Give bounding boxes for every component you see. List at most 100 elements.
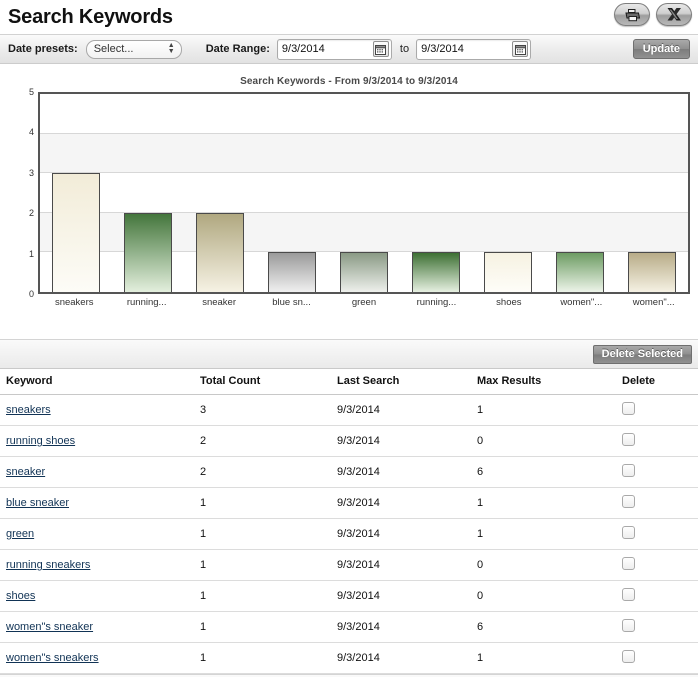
table-row: sneakers 3 9/3/2014 1 [0, 394, 698, 426]
keyword-link[interactable]: sneakers [6, 404, 51, 416]
cell-delete [622, 487, 698, 519]
column-header-delete: Delete [622, 369, 698, 395]
cell-total-count: 1 [200, 487, 337, 519]
row-delete-checkbox[interactable] [622, 495, 635, 508]
cell-delete [622, 456, 698, 488]
y-axis-tick: 1 [28, 248, 34, 259]
row-delete-checkbox[interactable] [622, 433, 635, 446]
bar[interactable] [628, 252, 676, 292]
table-row: sneaker 2 9/3/2014 6 [0, 456, 698, 488]
x-axis-label: shoes [496, 297, 522, 308]
cell-keyword: women"s sneakers [0, 642, 200, 674]
cell-last-search: 9/3/2014 [337, 580, 477, 612]
bar[interactable] [124, 212, 172, 292]
excel-export-icon [666, 7, 683, 22]
cell-keyword: sneaker [0, 456, 200, 488]
cell-keyword: running sneakers [0, 549, 200, 581]
row-delete-checkbox[interactable] [622, 402, 635, 415]
chart-panel: Search Keywords - From 9/3/2014 to 9/3/2… [0, 64, 698, 339]
column-header-keyword[interactable]: Keyword [0, 369, 200, 395]
cell-last-search: 9/3/2014 [337, 642, 477, 674]
y-axis-tick: 2 [28, 208, 34, 219]
date-to-value: 9/3/2014 [421, 43, 464, 55]
cell-total-count: 1 [200, 580, 337, 612]
table-row: women"s sneaker 1 9/3/2014 6 [0, 611, 698, 643]
date-presets-select[interactable]: Select... ▲ ▼ [85, 39, 182, 59]
table-actions-top: Delete Selected [0, 339, 698, 369]
print-button[interactable] [614, 3, 650, 26]
cell-keyword: shoes [0, 580, 200, 612]
cell-max-results: 1 [477, 642, 622, 674]
cell-max-results: 0 [477, 549, 622, 581]
x-axis-label: women"... [560, 297, 603, 308]
column-header-total-count[interactable]: Total Count [200, 369, 337, 395]
table-row: blue sneaker 1 9/3/2014 1 [0, 487, 698, 519]
cell-total-count: 1 [200, 549, 337, 581]
cell-max-results: 6 [477, 611, 622, 643]
table-row: shoes 1 9/3/2014 0 [0, 580, 698, 612]
bar[interactable] [412, 252, 460, 292]
update-button[interactable]: Update [632, 39, 690, 59]
keyword-link[interactable]: sneaker [6, 466, 45, 478]
bar-series [40, 94, 688, 292]
filter-toolbar: Date presets: Select... ▲ ▼ Date Range: 9… [0, 34, 698, 64]
header-actions [614, 3, 692, 26]
row-delete-checkbox[interactable] [622, 464, 635, 477]
x-axis-label: women"... [632, 297, 675, 308]
keyword-link[interactable]: blue sneaker [6, 497, 69, 509]
y-axis-tick: 3 [28, 167, 34, 178]
row-delete-checkbox[interactable] [622, 619, 635, 632]
x-axis-label: blue sn... [272, 297, 311, 308]
cell-total-count: 2 [200, 425, 337, 457]
row-delete-checkbox[interactable] [622, 526, 635, 539]
keyword-link[interactable]: running sneakers [6, 559, 90, 571]
printer-icon [624, 8, 641, 22]
cell-keyword: running shoes [0, 425, 200, 457]
cell-total-count: 1 [200, 642, 337, 674]
bar[interactable] [196, 212, 244, 292]
keyword-link[interactable]: women"s sneaker [6, 621, 93, 633]
plot-wrapper: Searches 012345 [29, 87, 690, 299]
x-axis-label: sneaker [202, 297, 236, 308]
table-row: green 1 9/3/2014 1 [0, 518, 698, 550]
y-axis-tick: 5 [28, 87, 34, 97]
row-delete-checkbox[interactable] [622, 650, 635, 663]
table-body: sneakers 3 9/3/2014 1 running shoes 2 9/3/2014… [0, 394, 698, 674]
y-axis-tick: 0 [28, 289, 34, 299]
cell-last-search: 9/3/2014 [337, 549, 477, 581]
bar-slot [616, 94, 688, 292]
column-header-last-search[interactable]: Last Search [337, 369, 477, 395]
date-to-field[interactable]: 9/3/2014 [416, 38, 532, 60]
calendar-icon-to[interactable] [512, 41, 529, 57]
bar[interactable] [52, 173, 100, 292]
keyword-link[interactable]: shoes [6, 590, 35, 602]
calendar-icon-from[interactable] [372, 41, 389, 57]
date-from-field[interactable]: 9/3/2014 [276, 38, 392, 60]
row-delete-checkbox[interactable] [622, 557, 635, 570]
bar-slot [40, 94, 112, 292]
cell-max-results: 0 [477, 580, 622, 612]
cell-keyword: green [0, 518, 200, 550]
bar-slot [184, 94, 256, 292]
cell-max-results: 0 [477, 425, 622, 457]
keyword-link[interactable]: women"s sneakers [6, 652, 99, 664]
cell-keyword: women"s sneaker [0, 611, 200, 643]
plot-area [38, 92, 690, 294]
export-excel-button[interactable] [656, 3, 692, 26]
bar[interactable] [484, 252, 532, 292]
cell-total-count: 3 [200, 394, 337, 426]
x-axis-label: green [351, 297, 377, 308]
x-axis-label: sneakers [54, 297, 94, 308]
bar[interactable] [556, 252, 604, 292]
x-axis-label: running... [126, 297, 167, 308]
page-title: Search Keywords [8, 6, 173, 28]
cell-last-search: 9/3/2014 [337, 456, 477, 488]
bar[interactable] [268, 252, 316, 292]
keyword-link[interactable]: green [6, 528, 34, 540]
chevron-updown-icon: ▲ ▼ [167, 42, 175, 55]
keyword-link[interactable]: running shoes [6, 435, 75, 447]
delete-selected-button-top[interactable]: Delete Selected [592, 344, 692, 364]
column-header-max-results[interactable]: Max Results [477, 369, 622, 395]
bar[interactable] [340, 252, 388, 292]
row-delete-checkbox[interactable] [622, 588, 635, 601]
